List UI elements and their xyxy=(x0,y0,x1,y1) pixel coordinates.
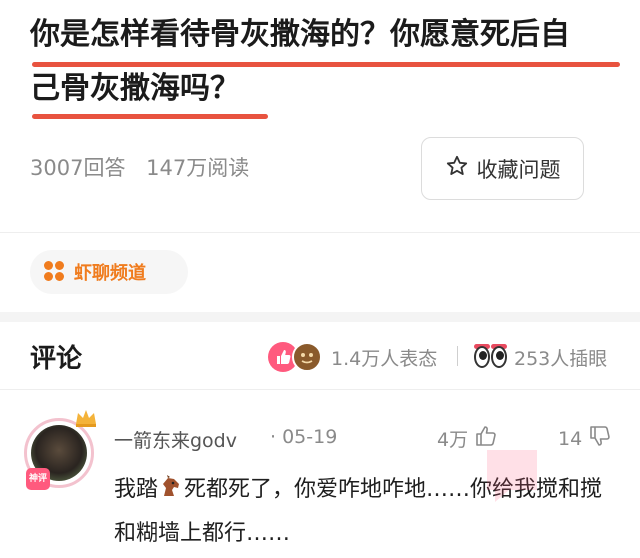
glance-count[interactable]: 253人插眼 xyxy=(514,344,607,371)
avatar-badge: 神评 xyxy=(26,468,50,490)
read-count: 147万阅读 xyxy=(146,156,250,180)
title-line-1: 你是怎样看待骨灰撒海的？你愿意死后自 xyxy=(30,17,570,52)
thumbs-down-icon xyxy=(588,424,612,453)
channel-tag[interactable]: 虾聊频道 xyxy=(30,250,188,294)
title-underline-1 xyxy=(32,62,620,67)
question-stats: 3007回答 147万阅读 xyxy=(30,152,249,182)
comment-text-part-1: 我踏 xyxy=(114,477,159,502)
dislike-count: 14 xyxy=(558,427,583,450)
favorite-label: 收藏问题 xyxy=(476,157,561,182)
divider xyxy=(0,232,640,233)
four-dots-icon xyxy=(44,261,66,283)
star-outline-icon xyxy=(445,154,469,183)
channel-label: 虾聊频道 xyxy=(74,263,146,284)
reaction-count[interactable]: 1.4万人表态 xyxy=(331,344,437,371)
title-line-2: 己骨灰撒海吗？ xyxy=(30,71,240,106)
brown-face-reaction-icon xyxy=(292,342,322,372)
section-gap xyxy=(0,312,640,322)
dislike-button[interactable]: 14 xyxy=(558,424,612,453)
crown-icon xyxy=(74,408,98,434)
reaction-icons[interactable] xyxy=(268,342,324,372)
eyes-icon[interactable] xyxy=(474,344,508,370)
watermark xyxy=(477,440,547,510)
comment-date: · 05-19 xyxy=(270,426,338,448)
question-title: 你是怎样看待骨灰撒海的？你愿意死后自 己骨灰撒海吗？ xyxy=(30,6,620,119)
favorite-question-button[interactable]: 收藏问题 xyxy=(421,137,584,200)
divider xyxy=(0,389,640,390)
avatar[interactable]: 神评 xyxy=(24,410,96,490)
like-count: 4万 xyxy=(437,429,469,451)
separator xyxy=(457,346,458,366)
comments-title: 评论 xyxy=(30,344,83,374)
answer-count: 3007回答 xyxy=(30,156,126,180)
horse-emoji-icon xyxy=(158,472,184,498)
comment-username[interactable]: 一箭东来godv xyxy=(114,426,237,453)
comments-header: 评论 1.4万人表态 253人插眼 xyxy=(0,322,640,390)
title-underline-2 xyxy=(32,114,268,119)
